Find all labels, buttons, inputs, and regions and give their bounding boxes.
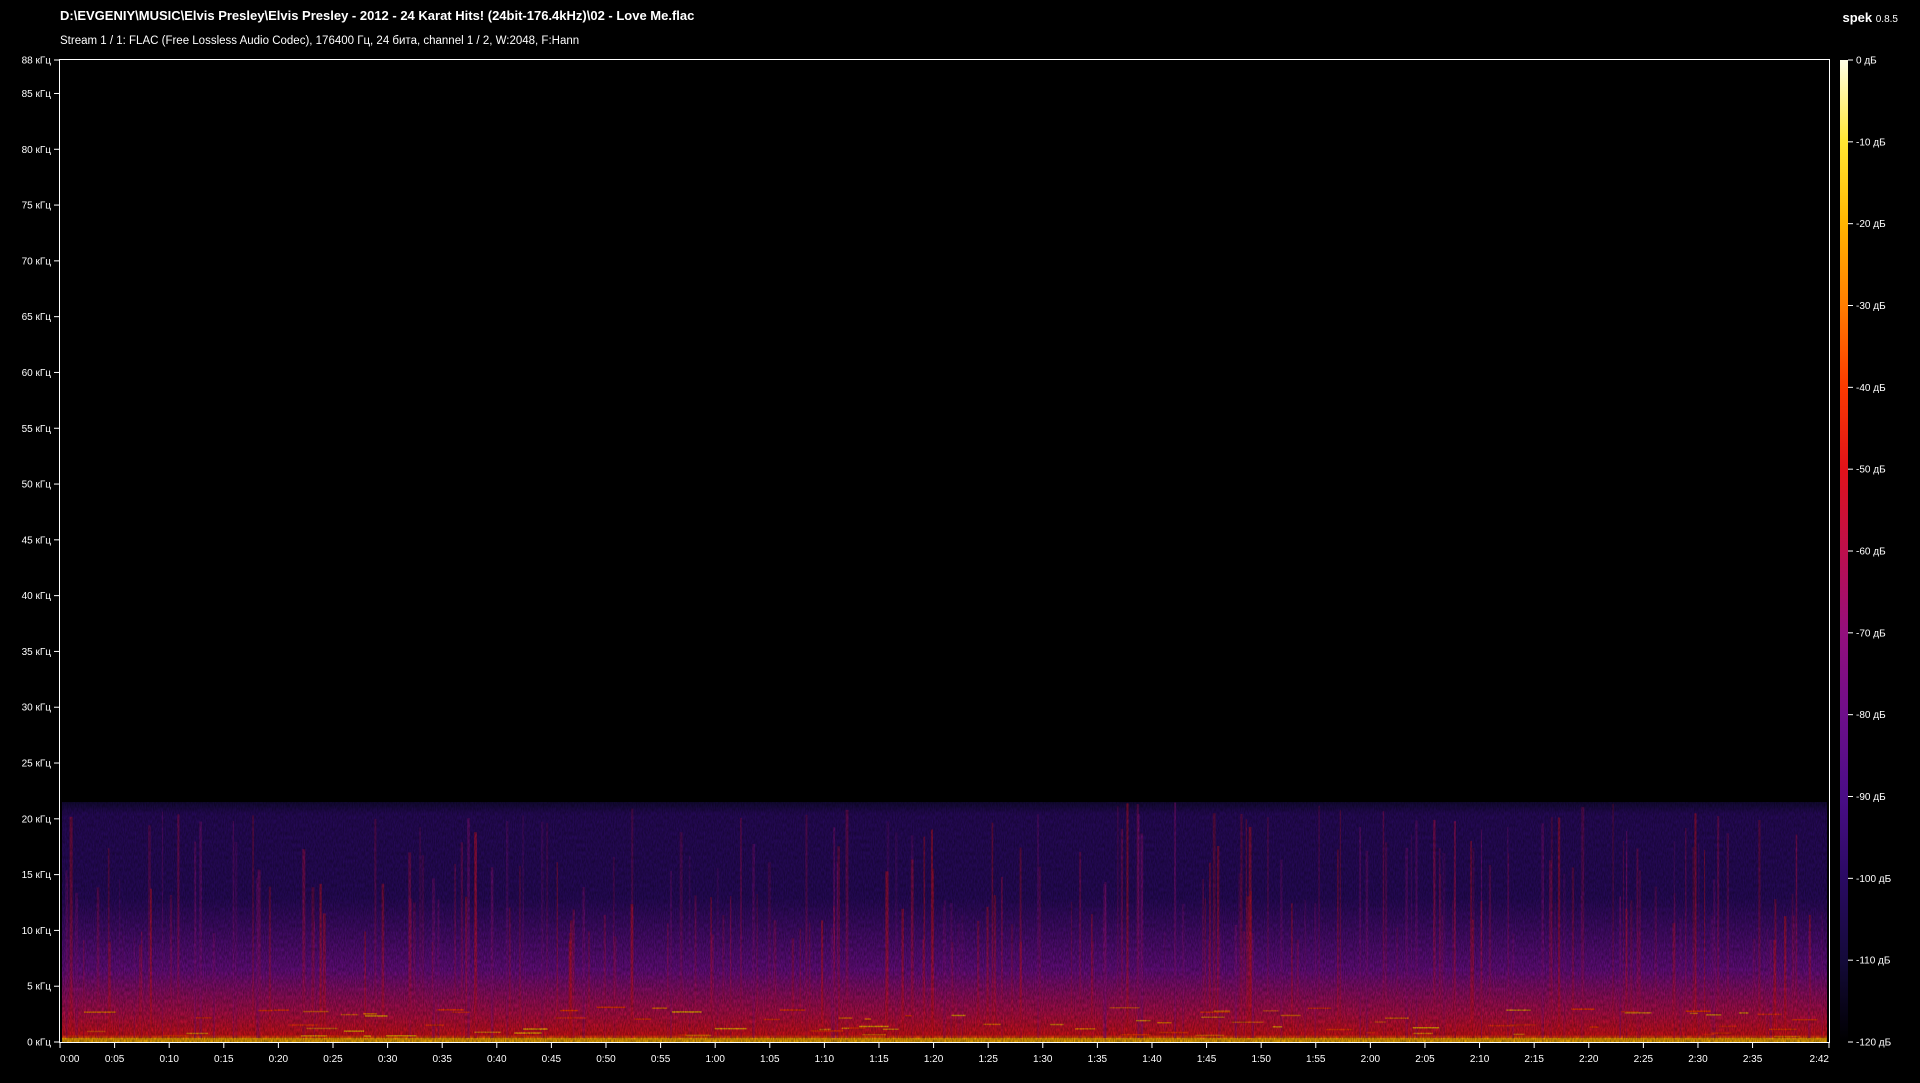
- x-tick-label: 1:30: [1033, 1054, 1053, 1065]
- noise-texture: [62, 802, 1827, 1042]
- colorbar-tick-label: -90 дБ: [1856, 792, 1886, 803]
- y-tick-label: 40 кГц: [22, 591, 52, 602]
- y-tick-label: 85 кГц: [22, 89, 52, 100]
- x-tick-label: 1:20: [924, 1054, 944, 1065]
- colorbar-tick-label: -120 дБ: [1856, 1038, 1892, 1049]
- spectrogram-chart: 0 кГц 5 кГц 10 кГц 15 кГц 20 кГц 25 кГц 30 кГц…: [22, 56, 1892, 1066]
- x-tick-label: 2:42: [1810, 1054, 1830, 1065]
- y-tick-label: 5 кГц: [27, 982, 51, 993]
- y-tick-label: 25 кГц: [22, 759, 52, 770]
- y-tick-label: 35 кГц: [22, 647, 52, 658]
- x-tick-label: 0:10: [159, 1054, 179, 1065]
- colorbar-tick-label: -110 дБ: [1856, 956, 1891, 967]
- colorbar-tick-label: -40 дБ: [1856, 383, 1886, 394]
- x-tick-label: 1:00: [705, 1054, 725, 1065]
- colorbar-tick-label: -20 дБ: [1856, 219, 1886, 230]
- x-tick-label: 1:55: [1306, 1054, 1326, 1065]
- colorbar-tick-label: -30 дБ: [1856, 301, 1886, 312]
- db-colorbar: 0 дБ -10 дБ -20 дБ -30 дБ -40 дБ -50 дБ -60 дБ…: [1840, 56, 1892, 1049]
- plot-area: [59, 59, 1830, 1043]
- x-tick-label: 0:55: [651, 1054, 671, 1065]
- colorbar-tick-label: -70 дБ: [1856, 628, 1886, 639]
- x-tick-label: 2:35: [1743, 1054, 1763, 1065]
- x-tick-label: 2:15: [1524, 1054, 1544, 1065]
- spectrogram-content: [62, 802, 1827, 1042]
- x-tick-label: 0:00: [60, 1054, 80, 1065]
- frequency-axis: 0 кГц 5 кГц 10 кГц 15 кГц 20 кГц 25 кГц 30 кГц…: [22, 56, 60, 1049]
- y-tick-label: 50 кГц: [22, 480, 52, 491]
- y-tick-label: 20 кГц: [22, 814, 52, 825]
- x-tick-label: 0:15: [214, 1054, 234, 1065]
- colorbar-tick-label: -100 дБ: [1856, 874, 1892, 885]
- y-tick-label: 0 кГц: [27, 1038, 51, 1049]
- x-tick-label: 1:10: [815, 1054, 835, 1065]
- x-tick-label: 0:30: [378, 1054, 398, 1065]
- x-tick-label: 1:05: [760, 1054, 780, 1065]
- x-tick-label: 2:00: [1361, 1054, 1381, 1065]
- x-tick-label: 1:50: [1251, 1054, 1271, 1065]
- x-tick-label: 2:20: [1579, 1054, 1599, 1065]
- x-tick-label: 2:05: [1415, 1054, 1435, 1065]
- x-tick-label: 0:50: [596, 1054, 616, 1065]
- time-axis: 0:00 0:05 0:10 0:15 0:20 0:25 0:30 0:35 0:40 0:45…: [59, 1042, 1830, 1065]
- y-tick-label: 75 кГц: [22, 201, 52, 212]
- x-tick-label: 0:05: [105, 1054, 125, 1065]
- x-tick-label: 0:25: [323, 1054, 343, 1065]
- colorbar-scale: [1840, 60, 1848, 1042]
- colorbar-tick-label: -80 дБ: [1856, 710, 1886, 721]
- y-tick-label: 15 кГц: [22, 870, 52, 881]
- x-tick-label: 2:30: [1688, 1054, 1708, 1065]
- y-tick-label: 10 кГц: [22, 926, 52, 937]
- y-tick-label: 80 кГц: [22, 145, 52, 156]
- y-tick-label: 70 кГц: [22, 256, 52, 267]
- colorbar-tick-label: 0 дБ: [1856, 56, 1877, 67]
- x-tick-label: 1:40: [1142, 1054, 1162, 1065]
- y-tick-label: 65 кГц: [22, 312, 52, 323]
- x-tick-label: 0:40: [487, 1054, 507, 1065]
- x-tick-label: 2:10: [1470, 1054, 1490, 1065]
- x-tick-label: 0:35: [432, 1054, 452, 1065]
- x-tick-label: 1:25: [978, 1054, 998, 1065]
- x-tick-label: 1:45: [1197, 1054, 1217, 1065]
- x-tick-label: 1:35: [1088, 1054, 1108, 1065]
- x-tick-label: 1:15: [869, 1054, 889, 1065]
- y-tick-label: 30 кГц: [22, 703, 52, 714]
- x-tick-label: 0:20: [269, 1054, 289, 1065]
- colorbar-tick-label: -50 дБ: [1856, 465, 1886, 476]
- x-tick-label: 2:25: [1634, 1054, 1654, 1065]
- y-tick-label: 55 кГц: [22, 424, 52, 435]
- x-tick-label: 0:45: [542, 1054, 562, 1065]
- y-tick-label: 60 кГц: [22, 368, 52, 379]
- y-tick-label: 45 кГц: [22, 535, 52, 546]
- colorbar-tick-label: -60 дБ: [1856, 547, 1886, 558]
- y-tick-label: 88 кГц: [22, 56, 52, 67]
- colorbar-tick-label: -10 дБ: [1856, 137, 1886, 148]
